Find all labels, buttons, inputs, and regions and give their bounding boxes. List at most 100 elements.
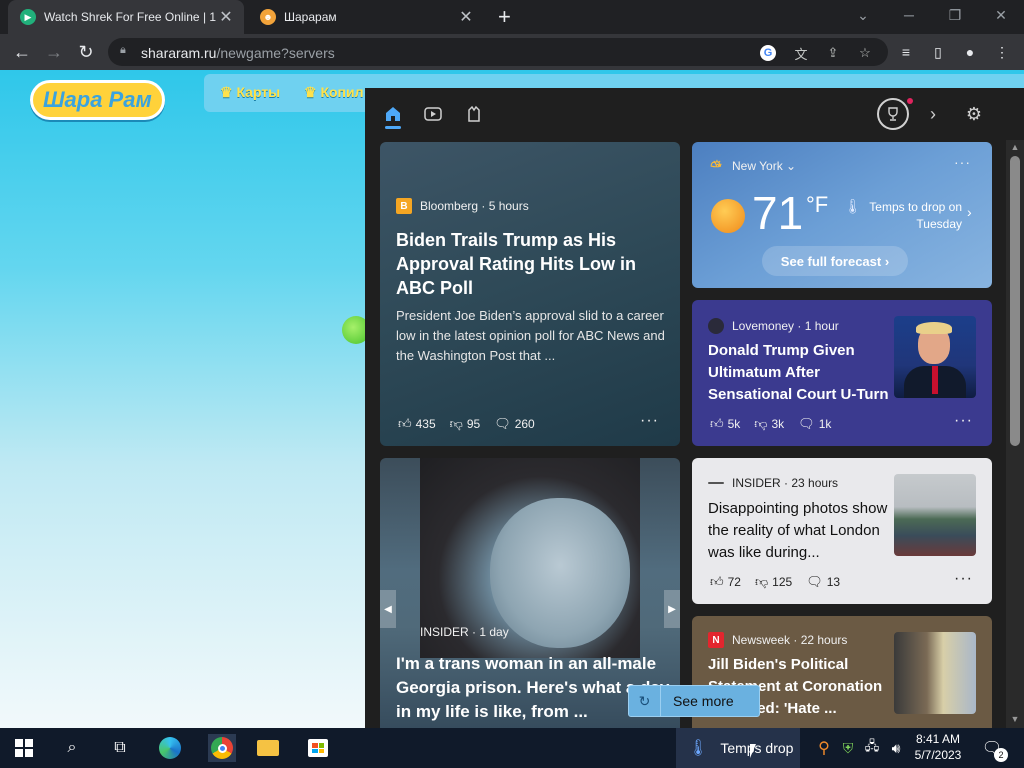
carousel-next-button[interactable]: ▶ [664,590,680,628]
card-headline[interactable]: Donald Trump Given Ultimatum After Sensa… [708,340,902,406]
video-icon[interactable] [421,102,445,126]
volume-icon[interactable]: 🔊︎ [884,736,908,760]
source-age: 22 hours [800,633,848,647]
card-more-options[interactable]: ··· [954,570,973,588]
search-icon[interactable]: ⌕ [60,736,84,760]
search-tray-icon[interactable]: ⚲ [812,736,836,760]
carousel-prev-button[interactable]: ◀ [380,590,396,628]
edge-browser-icon[interactable] [158,736,182,760]
close-tab-icon[interactable]: ✕ [456,7,476,27]
comment-icon: 🗨︎ [798,416,815,431]
dislike-button[interactable]: 👎︎ 95 [450,416,481,432]
tab-shararam[interactable]: ☻ Шарарам ✕ [248,0,484,34]
chrome-browser-icon[interactable] [208,734,236,762]
weather-card[interactable]: ⛅︎ New York ⌄ ··· 71 °F 🌡︎ Temps to drop… [692,142,992,288]
back-button[interactable]: ← [10,40,34,64]
taskbar-weather-widget[interactable]: 🌡︎ Temps drop [676,728,800,768]
file-explorer-icon[interactable] [256,736,280,760]
share-icon[interactable]: ⇪ [824,44,842,62]
windows-start-icon[interactable] [12,736,36,760]
rewards-trophy-icon[interactable] [877,98,909,130]
comment-count: 260 [514,417,535,431]
alert-chevron-icon: › [967,204,972,220]
restore-button[interactable]: ❐ [932,0,978,30]
reload-button[interactable]: ↻ [74,40,98,64]
like-button[interactable]: 👍︎ 5k [710,416,740,432]
notification-count-badge: 2 [994,748,1008,762]
card-reactions: 👍︎ 435 👎︎ 95 🗨︎ 260 [398,416,549,432]
lock-icon[interactable]: 🔒︎ [120,44,130,58]
weather-more-options[interactable]: ··· [954,154,971,170]
source-name: Bloomberg [420,199,479,213]
card-more-options[interactable]: ··· [640,412,659,430]
tab-search-icon[interactable]: ⌄ [840,0,886,30]
insider-logo-icon [708,482,724,484]
comments-button[interactable]: 🗨︎ 13 [806,574,840,590]
close-window-button[interactable]: ✕ [978,0,1024,30]
google-lens-icon[interactable]: G [760,45,776,61]
network-icon[interactable]: 🖧︎ [860,736,884,760]
microsoft-store-icon[interactable] [306,736,330,760]
dislike-button[interactable]: 👎︎ 3k [754,416,784,432]
forward-button[interactable]: → [42,40,66,64]
reading-list-icon[interactable]: ≡ [896,42,916,62]
bookmark-star-icon[interactable]: ☆ [856,44,874,62]
like-button[interactable]: 👍︎ 72 [710,574,741,590]
bloomberg-logo-icon: B [396,198,412,214]
weather-alert[interactable]: Temps to drop on Tuesday [860,199,962,233]
chevron-right-icon[interactable]: › [921,102,945,126]
clock-date: 5/7/2023 [914,748,962,762]
new-tab-button[interactable]: + [498,6,511,28]
temperature-value: 71 [752,187,804,239]
scroll-thumb[interactable] [1010,156,1020,446]
comments-button[interactable]: 🗨︎ 1k [798,416,831,432]
minimize-button[interactable]: ─ [886,0,932,30]
profile-icon[interactable]: ● [960,42,980,62]
shararam-logo[interactable]: Шара Рам [30,80,165,120]
settings-gear-icon[interactable]: ⚙ [962,102,986,126]
url-text[interactable]: shararam.ru/newgame?servers [141,45,335,61]
trump-photo [894,316,976,398]
gaming-icon[interactable] [462,102,486,126]
dislike-count: 3k [771,417,785,431]
card-headline[interactable]: Disappointing photos show the reality of… [708,498,896,564]
task-view-icon[interactable]: ⧉ [108,736,132,760]
dislike-button[interactable]: 👎︎ 125 [755,574,792,590]
comments-button[interactable]: 🗨︎ 260 [494,416,535,432]
system-clock[interactable]: 8:41 AM 5/7/2023 [908,731,968,763]
translate-icon[interactable]: 文 [792,44,810,62]
card-source: INSIDER · 23 hours [708,476,838,490]
tab-strip: ▶ Watch Shrek For Free Online | 12 ✕ ☻ Ш… [0,0,1024,34]
source-age: 5 hours [488,199,529,213]
tab-title: Шарарам [284,10,337,24]
thumbs-up-icon: 👍︎ [710,416,724,431]
panel-scrollbar[interactable]: ▲ ▼ [1006,140,1024,728]
comment-count: 13 [826,575,841,589]
menu-item-piggybank[interactable]: ♛ Копил [304,84,364,101]
news-card-bloomberg[interactable]: B Bloomberg · 5 hours Biden Trails Trump… [380,142,680,446]
card-headline[interactable]: Biden Trails Trump as His Approval Ratin… [396,228,670,300]
news-card-lovemoney[interactable]: Lovemoney · 1 hour Donald Trump Given Ul… [692,300,992,446]
menu-kebab-icon[interactable]: ⋮ [992,42,1012,62]
scroll-up-arrow-icon[interactable]: ▲ [1006,140,1024,154]
active-tab-indicator [385,126,401,129]
like-count: 5k [727,417,741,431]
menu-item-maps[interactable]: ♛ Карты [220,84,280,101]
scroll-down-arrow-icon[interactable]: ▼ [1006,712,1024,726]
like-button[interactable]: 👍︎ 435 [398,416,436,432]
news-card-insider-london[interactable]: INSIDER · 23 hours Disappointing photos … [692,458,992,604]
address-bar[interactable]: 🔒︎ shararam.ru/newgame?servers G 文 ⇪ ☆ [108,38,888,66]
card-more-options[interactable]: ··· [954,412,973,430]
security-shield-icon[interactable]: ⛨ [836,736,860,760]
home-icon[interactable] [381,102,405,126]
tab-shrek[interactable]: ▶ Watch Shrek For Free Online | 12 ✕ [8,0,244,34]
source-name: Newsweek [732,633,791,647]
see-more-button[interactable]: ↻ See more [628,685,760,717]
crowd-photo [894,474,976,556]
thumbs-down-icon: 👎︎ [449,416,463,431]
tab-title: Watch Shrek For Free Online | 12 [44,10,216,24]
close-tab-icon[interactable]: ✕ [216,7,236,27]
weather-location[interactable]: ⛅︎ New York ⌄ [708,158,796,174]
side-panel-icon[interactable]: ▯ [928,42,948,62]
see-forecast-button[interactable]: See full forecast › [762,246,908,276]
